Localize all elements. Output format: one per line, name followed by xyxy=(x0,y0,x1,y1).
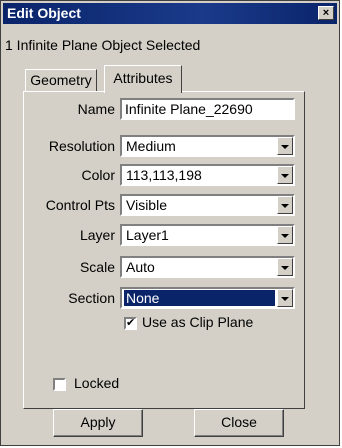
section-select[interactable]: None xyxy=(120,287,295,309)
control-pts-value: Visible xyxy=(126,197,167,213)
scale-label: Scale xyxy=(79,259,115,275)
clip-plane-checkbox[interactable]: ✔ xyxy=(124,317,137,330)
locked-label[interactable]: Locked xyxy=(74,375,119,391)
section-label: Section xyxy=(68,290,115,306)
chevron-down-icon[interactable] xyxy=(277,226,293,244)
chevron-down-icon[interactable] xyxy=(277,137,293,155)
edit-object-dialog: Edit Object × 1 Infinite Plane Object Se… xyxy=(0,0,340,446)
scale-select[interactable]: Auto xyxy=(120,256,295,278)
close-button[interactable]: Close xyxy=(194,409,284,437)
section-value: None xyxy=(123,289,276,307)
name-field[interactable]: Infinite Plane_22690 xyxy=(120,98,295,120)
locked-checkbox[interactable] xyxy=(53,378,66,391)
chevron-down-icon[interactable] xyxy=(277,196,293,214)
layer-select[interactable]: Layer1 xyxy=(120,224,295,246)
layer-label: Layer xyxy=(79,227,115,243)
color-select[interactable]: 113,113,198 xyxy=(120,164,295,186)
name-label: Name xyxy=(77,101,115,117)
chevron-down-icon[interactable] xyxy=(277,166,293,184)
checkmark-icon: ✔ xyxy=(126,317,136,329)
color-value: 113,113,198 xyxy=(126,167,202,183)
dialog-title: Edit Object xyxy=(7,5,81,21)
selection-status: 1 Infinite Plane Object Selected xyxy=(5,37,201,53)
title-bar[interactable]: Edit Object × xyxy=(3,3,337,24)
close-window-button[interactable]: × xyxy=(318,6,334,20)
clip-plane-label[interactable]: Use as Clip Plane xyxy=(142,314,253,330)
name-value: Infinite Plane_22690 xyxy=(125,101,253,117)
tab-geometry[interactable]: Geometry xyxy=(25,69,97,92)
chevron-down-icon[interactable] xyxy=(277,258,293,276)
scale-value: Auto xyxy=(126,259,155,275)
resolution-value: Medium xyxy=(126,138,176,154)
layer-value: Layer1 xyxy=(126,227,169,243)
control-pts-select[interactable]: Visible xyxy=(120,194,295,216)
tab-attributes[interactable]: Attributes xyxy=(104,65,182,93)
apply-button[interactable]: Apply xyxy=(53,409,143,437)
color-label: Color xyxy=(81,167,115,183)
close-icon: × xyxy=(322,7,330,19)
control-pts-label: Control Pts xyxy=(45,197,115,213)
resolution-select[interactable]: Medium xyxy=(120,135,295,157)
chevron-down-icon[interactable] xyxy=(277,289,293,307)
resolution-label: Resolution xyxy=(48,138,115,154)
